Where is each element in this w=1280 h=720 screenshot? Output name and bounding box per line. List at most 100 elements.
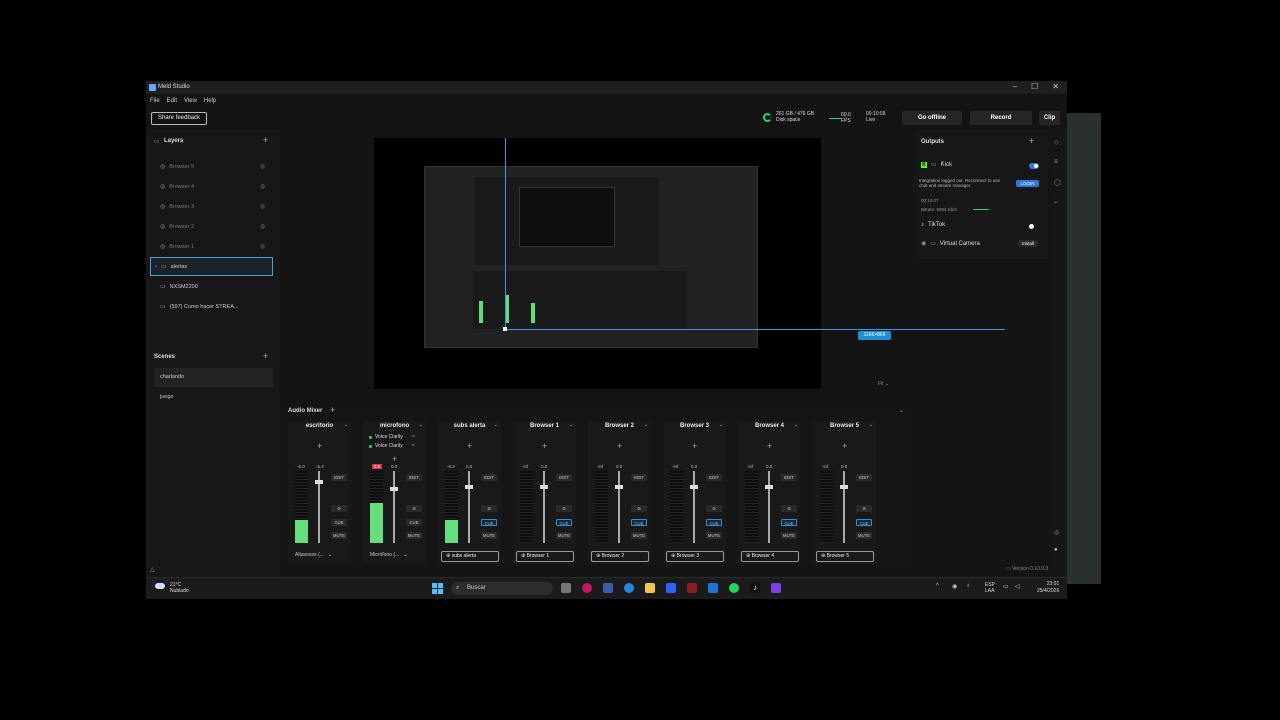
mute-button[interactable]: MUTE (856, 532, 872, 539)
chevron-down-icon[interactable]: ⌄ (719, 422, 723, 428)
strip-name[interactable]: Browser 1 (513, 421, 576, 431)
source-select[interactable]: ⊕ Browser 4 (741, 551, 799, 562)
stage-preview[interactable]: 1166×866 (374, 138, 1005, 389)
mute-button[interactable]: MUTE (556, 532, 572, 539)
install-button[interactable]: Install (1018, 240, 1038, 247)
collapse-mixer-icon[interactable]: ⌄ (899, 407, 904, 414)
go-offline-button[interactable]: Go offline (902, 111, 962, 125)
edit-button[interactable]: EDIT (781, 474, 797, 481)
add-output-button[interactable]: + (1029, 136, 1034, 146)
resize-handle[interactable] (503, 327, 507, 331)
preview-canvas[interactable]: 1166×866 Fit ⌄ (282, 129, 1005, 403)
maximize-button[interactable]: ☐ (1031, 82, 1038, 91)
layer-browser-3[interactable]: ◎ Browser 3 ◍ (150, 197, 273, 216)
menu-help[interactable]: Help (204, 98, 216, 104)
edge-icon[interactable] (624, 583, 634, 593)
strip-name[interactable]: Browser 2 (588, 421, 651, 431)
edit-button[interactable]: EDIT (631, 474, 647, 481)
layer-browser-4[interactable]: ◎ Browser 4 ◍ (150, 177, 273, 196)
edit-button[interactable]: EDIT (331, 474, 347, 481)
tray-app-icon[interactable]: ◉ (952, 583, 957, 590)
app-icon-3[interactable] (666, 583, 676, 593)
volume-fader[interactable] (543, 471, 545, 543)
chevron-down-icon[interactable]: ⌄ (419, 422, 423, 428)
source-select[interactable]: Altavoces (... ⌄ (291, 551, 349, 562)
output-kick[interactable]: K ▭ Kick (921, 161, 952, 168)
chevron-down-icon[interactable]: ⌄ (403, 552, 407, 558)
network-icon[interactable]: ▭ (1003, 583, 1009, 590)
taskbar-search[interactable]: ⌕ Buscar (451, 582, 553, 595)
tiktok-app-icon[interactable]: ♪ (750, 583, 760, 593)
add-audio-button[interactable]: + (330, 405, 335, 415)
link-button[interactable]: ⊘ (406, 505, 422, 512)
add-effect-button[interactable]: + (392, 454, 397, 464)
cue-button[interactable]: CUE (856, 519, 872, 526)
fader-knob[interactable] (690, 485, 698, 489)
add-layer-button[interactable]: + (263, 135, 268, 145)
chevron-down-icon[interactable]: ⌄ (569, 422, 573, 428)
visibility-icon[interactable]: ◍ (260, 203, 265, 210)
visibility-icon[interactable]: ◍ (260, 243, 265, 250)
volume-fader[interactable] (393, 471, 395, 543)
add-scene-button[interactable]: + (263, 351, 268, 361)
layer-como-hacer-stream[interactable]: ▭ (597) Como hacer STREA... (150, 297, 273, 316)
layer-browser-1[interactable]: ◎ Browser 1 ◍ (150, 237, 273, 256)
link-button[interactable]: ⊘ (781, 505, 797, 512)
edit-button[interactable]: EDIT (856, 474, 872, 481)
volume-fader[interactable] (843, 471, 845, 543)
share-feedback-button[interactable]: Share feedback (151, 112, 207, 125)
cue-button[interactable]: CUE (706, 519, 722, 526)
settings-rail-icon[interactable]: ◇ (1054, 139, 1059, 146)
fader-knob[interactable] (615, 485, 623, 489)
add-effect-button[interactable]: + (767, 441, 772, 451)
fader-knob[interactable] (765, 485, 773, 489)
chevron-right-icon[interactable]: › (155, 264, 157, 270)
strip-name[interactable]: Browser 3 (663, 421, 726, 431)
chevron-down-icon[interactable]: ⌄ (644, 422, 648, 428)
cue-button[interactable]: CUE (481, 519, 497, 526)
scene-juego[interactable]: juego (154, 388, 273, 407)
layer-nxsm2200[interactable]: ▭ NXSM2200 (150, 277, 273, 296)
cue-button[interactable]: CUE (406, 519, 422, 526)
clip-button[interactable]: Clip (1039, 111, 1060, 125)
fader-knob[interactable] (465, 485, 473, 489)
task-view-icon[interactable] (561, 583, 571, 593)
strip-name[interactable]: microfono (363, 421, 426, 431)
language-indicator[interactable]: ESP LAA (985, 582, 995, 594)
add-effect-button[interactable]: + (467, 441, 472, 451)
effect-item[interactable]: Voice Clarity ≈ (369, 443, 415, 449)
chevron-down-icon[interactable]: ⌄ (344, 422, 348, 428)
volume-fader[interactable] (618, 471, 620, 543)
tray-mic-icon[interactable]: ♁ (966, 583, 971, 589)
effect-settings-icon[interactable]: ≈ (412, 434, 415, 440)
output-virtual-camera[interactable]: ◉ ▭ Virtual Camera (921, 240, 980, 248)
zoom-selector[interactable]: Fit ⌄ (878, 381, 889, 387)
cue-button[interactable]: CUE (331, 519, 347, 526)
chevron-down-icon[interactable]: ⌄ (869, 422, 873, 428)
volume-fader[interactable] (768, 471, 770, 543)
mute-button[interactable]: MUTE (781, 532, 797, 539)
plug-rail-icon[interactable]: ⌁ (1054, 199, 1058, 206)
source-select[interactable]: ⊕ Browser 5 (816, 551, 874, 562)
effect-item[interactable]: Voice Clarity ≈ (369, 434, 415, 440)
effect-settings-icon[interactable]: ≈ (412, 443, 415, 449)
layer-alertas[interactable]: › ▭ alertas (150, 257, 273, 276)
mute-button[interactable]: MUTE (406, 532, 422, 539)
minimize-button[interactable]: – (1013, 82, 1017, 91)
link-button[interactable]: ⊘ (331, 505, 347, 512)
list-rail-icon[interactable]: ≡ (1054, 159, 1058, 165)
source-select[interactable]: ⊕ subs alerta (441, 551, 499, 562)
strip-name[interactable]: Browser 4 (738, 421, 801, 431)
add-effect-button[interactable]: + (842, 441, 847, 451)
chevron-down-icon[interactable]: ⌄ (794, 422, 798, 428)
link-button[interactable]: ⊘ (556, 505, 572, 512)
link-button[interactable]: ⊘ (856, 505, 872, 512)
layer-browser-5[interactable]: ◎ Browser 5 ◍ (150, 157, 273, 176)
fader-knob[interactable] (315, 480, 323, 484)
kick-toggle[interactable] (1029, 163, 1039, 169)
meld-studio-taskbar-icon[interactable] (771, 583, 781, 593)
edit-button[interactable]: EDIT (706, 474, 722, 481)
menu-view[interactable]: View (184, 98, 197, 104)
add-effect-button[interactable]: + (617, 441, 622, 451)
app-icon-1[interactable] (582, 583, 592, 593)
